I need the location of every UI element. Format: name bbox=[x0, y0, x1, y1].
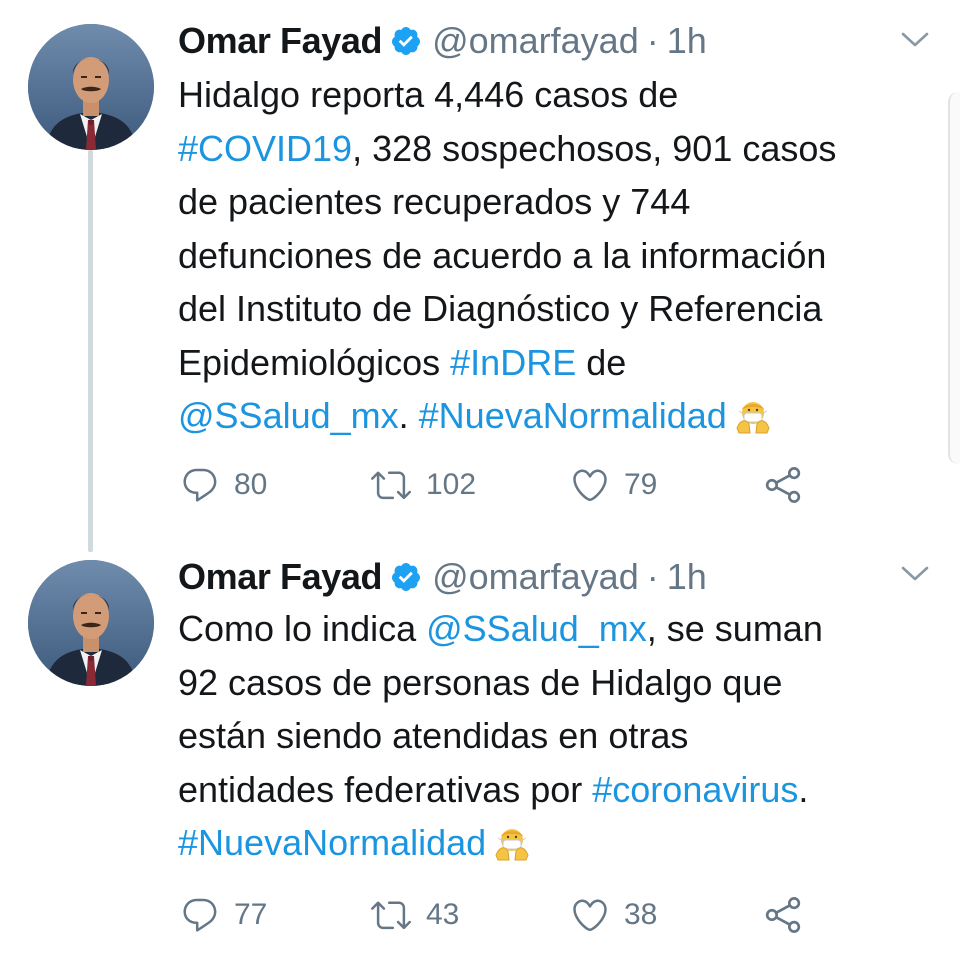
tweet-actions: 80 102 79 bbox=[180, 462, 880, 508]
tweet-text-segment: están siendo atendidas en otras bbox=[178, 715, 689, 756]
tweet-text-segment: Como lo indica bbox=[178, 608, 427, 649]
author-handle[interactable]: @omarfayad bbox=[432, 20, 639, 62]
reply-count: 77 bbox=[234, 898, 268, 931]
author-handle[interactable]: @omarfayad bbox=[432, 556, 639, 598]
tweet-text-segment: 92 casos de personas de Hidalgo que bbox=[178, 661, 783, 703]
tweet-actions: 77 43 38 bbox=[180, 892, 880, 938]
tweet-text-line: defunciones de acuerdo a la información bbox=[178, 229, 938, 283]
reply-icon bbox=[180, 895, 220, 935]
tweet-text-line: Epidemiológicos #InDRE de bbox=[178, 336, 938, 390]
share-icon bbox=[764, 465, 802, 505]
hashtag-link[interactable]: #InDRE bbox=[450, 342, 576, 383]
tweet-text-segment: , se suman bbox=[646, 608, 823, 649]
tweet-text-segment: entidades federativas por bbox=[178, 768, 593, 810]
reply-button[interactable]: 80 bbox=[180, 462, 267, 508]
hashtag-link[interactable]: #COVID19 bbox=[178, 128, 352, 169]
share-button[interactable] bbox=[764, 892, 802, 938]
chevron-down-icon[interactable] bbox=[900, 30, 930, 50]
folded-hands-mask-emoji-icon bbox=[494, 822, 530, 861]
hashtag-link[interactable]: #NuevaNormalidad bbox=[419, 395, 727, 436]
tweet-text: Hidalgo reporta 4,446 casos de #COVID19, … bbox=[178, 68, 938, 443]
tweet-text-segment: . bbox=[398, 395, 419, 436]
tweet-text-segment: , 328 sospechosos, 901 casos bbox=[352, 127, 837, 169]
tweet-text-line: #COVID19, 328 sospechosos, 901 casos bbox=[178, 122, 938, 176]
like-count: 38 bbox=[624, 898, 658, 931]
reply-icon bbox=[180, 465, 220, 505]
tweet-header: Omar Fayad @omarfayad · 1h bbox=[178, 552, 707, 602]
timestamp[interactable]: 1h bbox=[667, 20, 707, 62]
retweet-icon bbox=[370, 465, 412, 505]
mention-link[interactable]: @SSalud_mx bbox=[178, 395, 399, 436]
tweet-text-segment: . bbox=[798, 768, 809, 810]
tweet-text-segment: de bbox=[576, 341, 627, 383]
like-button[interactable]: 38 bbox=[570, 892, 657, 938]
like-button[interactable]: 79 bbox=[570, 462, 657, 508]
tweet-text-line: del Instituto de Diagnóstico y Referenci… bbox=[178, 282, 938, 336]
avatar[interactable] bbox=[28, 24, 154, 150]
heart-icon bbox=[570, 465, 610, 505]
avatar[interactable] bbox=[28, 560, 154, 686]
heart-icon bbox=[570, 895, 610, 935]
verified-badge-icon bbox=[390, 561, 422, 593]
author-name[interactable]: Omar Fayad bbox=[178, 20, 382, 62]
reply-count: 80 bbox=[234, 468, 268, 501]
author-name[interactable]: Omar Fayad bbox=[178, 556, 382, 598]
retweet-icon bbox=[370, 895, 412, 935]
retweet-count: 43 bbox=[426, 898, 460, 931]
tweet-text-segment: Epidemiológicos bbox=[178, 341, 451, 383]
verified-badge-icon bbox=[390, 25, 422, 57]
tweet[interactable]: Omar Fayad @omarfayad · 1h Como lo indic… bbox=[0, 540, 960, 953]
like-count: 79 bbox=[624, 468, 658, 501]
separator-dot: · bbox=[646, 20, 659, 61]
tweet[interactable]: Omar Fayad @omarfayad · 1h Hidalgo repor… bbox=[0, 0, 960, 540]
share-icon bbox=[764, 895, 802, 935]
tweet-text-line: están siendo atendidas en otras bbox=[178, 709, 938, 763]
tweet-text-line: Como lo indica @SSalud_mx, se suman bbox=[178, 602, 938, 656]
tweet-text-line: entidades federativas por #coronavirus. bbox=[178, 763, 938, 817]
hashtag-link[interactable]: #coronavirus bbox=[592, 769, 798, 810]
tweet-header: Omar Fayad @omarfayad · 1h bbox=[178, 16, 707, 66]
timestamp[interactable]: 1h bbox=[667, 556, 707, 598]
tweet-text: Como lo indica @SSalud_mx, se suman 92 ca… bbox=[178, 602, 938, 870]
retweet-count: 102 bbox=[426, 468, 477, 501]
tweet-text-line: Hidalgo reporta 4,446 casos de bbox=[178, 68, 938, 122]
tweet-text-line: 92 casos de personas de Hidalgo que bbox=[178, 656, 938, 710]
retweet-button[interactable]: 43 bbox=[370, 892, 459, 938]
hashtag-link[interactable]: #NuevaNormalidad bbox=[178, 822, 486, 863]
separator-dot: · bbox=[646, 556, 659, 597]
chevron-down-icon[interactable] bbox=[900, 564, 930, 584]
tweet-text-line: @SSalud_mx. #NuevaNormalidad bbox=[178, 389, 938, 443]
tweet-text-segment: defunciones de acuerdo a la información bbox=[178, 234, 827, 276]
share-button[interactable] bbox=[764, 462, 802, 508]
retweet-button[interactable]: 102 bbox=[370, 462, 476, 508]
tweet-thread: Omar Fayad @omarfayad · 1h Hidalgo repor… bbox=[0, 0, 960, 953]
tweet-text-line: #NuevaNormalidad bbox=[178, 816, 938, 870]
mention-link[interactable]: @SSalud_mx bbox=[426, 608, 647, 649]
tweet-text-line: de pacientes recuperados y 744 bbox=[178, 175, 938, 229]
reply-button[interactable]: 77 bbox=[180, 892, 267, 938]
tweet-text-segment: del Instituto de Diagnóstico y Referenci… bbox=[178, 288, 823, 329]
folded-hands-mask-emoji-icon bbox=[735, 395, 771, 434]
tweet-text-segment: Hidalgo reporta 4,446 casos de bbox=[178, 74, 679, 115]
tweet-text-segment: de pacientes recuperados y 744 bbox=[178, 181, 691, 222]
